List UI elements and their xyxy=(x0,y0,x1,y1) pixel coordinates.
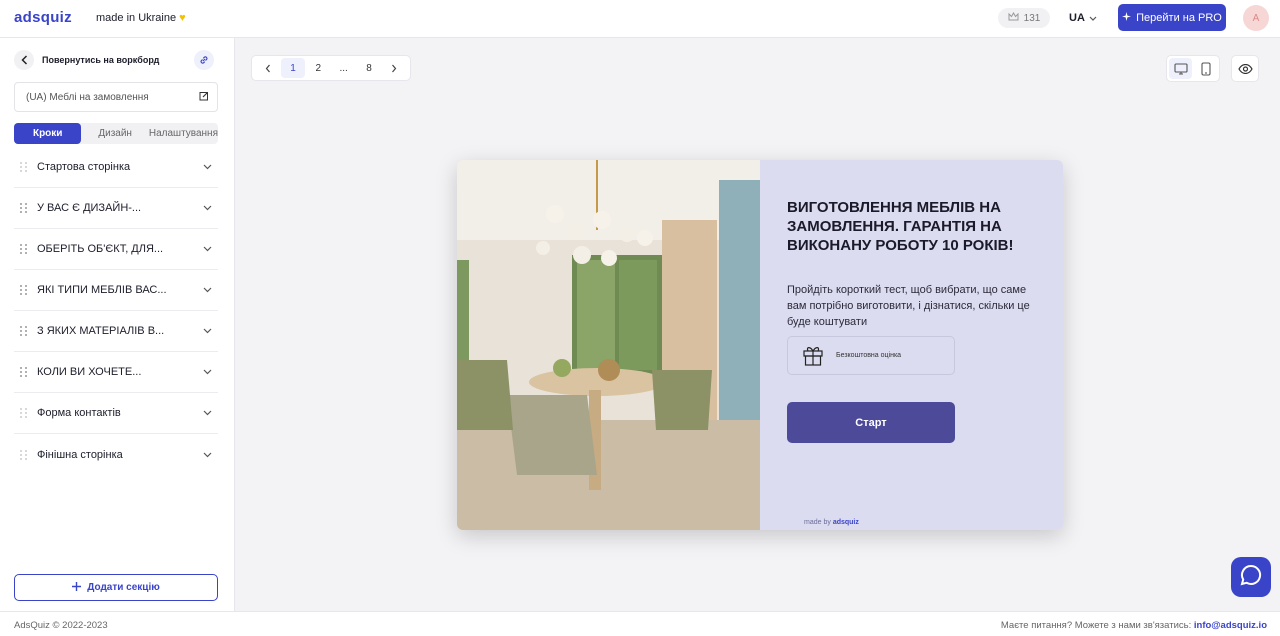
add-section-label: Додати секцію xyxy=(87,582,160,593)
chevron-down-icon[interactable] xyxy=(203,161,212,173)
page-pager: 1 2 ... 8 xyxy=(251,55,411,81)
project-name: (UA) Меблі на замовлення xyxy=(26,91,149,103)
back-to-workboard-button[interactable]: Повернутись на воркборд xyxy=(14,50,159,70)
top-bar: adsquiz made in Ukraine ♥ 131 UA Перейти… xyxy=(0,0,1280,38)
drag-handle-icon[interactable] xyxy=(20,326,28,336)
step-item[interactable]: Стартова сторінка xyxy=(14,147,218,188)
step-label: Форма контактів xyxy=(37,407,121,419)
coins-badge: 131 xyxy=(998,8,1050,28)
step-label: Фінішна сторінка xyxy=(37,448,123,461)
add-section-button[interactable]: Додати секцію xyxy=(14,574,218,601)
step-item[interactable]: Фінішна сторінка xyxy=(14,434,218,475)
step-label: У ВАС Є ДИЗАЙН-... xyxy=(37,202,142,214)
chat-button[interactable] xyxy=(1231,557,1271,597)
tab-design[interactable]: Дизайн xyxy=(81,123,148,144)
chevron-down-icon xyxy=(1089,12,1097,24)
drag-handle-icon[interactable] xyxy=(20,162,28,172)
step-label: КОЛИ ВИ ХОЧЕТЕ... xyxy=(37,366,142,378)
chat-bubble-icon xyxy=(1240,564,1262,591)
quiz-start-panel: ВИГОТОВЛЕННЯ МЕБЛІВ НА ЗАМОВЛЕННЯ. ГАРАН… xyxy=(760,160,1063,530)
step-item[interactable]: У ВАС Є ДИЗАЙН-... xyxy=(14,188,218,229)
step-item[interactable]: КОЛИ ВИ ХОЧЕТЕ... xyxy=(14,352,218,393)
chevron-down-icon[interactable] xyxy=(203,284,212,296)
prev-page-button[interactable] xyxy=(256,58,279,78)
step-item[interactable]: Форма контактів xyxy=(14,393,218,434)
preview-eye-icon[interactable] xyxy=(1231,55,1259,82)
step-label: Стартова сторінка xyxy=(37,161,131,173)
device-toggle xyxy=(1166,55,1220,82)
step-item[interactable]: ОБЕРІТЬ ОБ'ЄКТ, ДЛЯ... xyxy=(14,229,218,270)
chevron-down-icon[interactable] xyxy=(203,366,212,378)
project-name-field[interactable]: (UA) Меблі на замовлення xyxy=(14,82,218,112)
heart-icon: ♥ xyxy=(179,12,186,24)
tagline-text: made in Ukraine xyxy=(96,12,177,24)
made-by-badge[interactable]: made by adsquiz xyxy=(804,519,859,526)
chevron-down-icon[interactable] xyxy=(203,325,212,337)
coins-count: 131 xyxy=(1023,12,1041,24)
perk-badge: Безкоштовна оцінка xyxy=(787,336,955,375)
drag-handle-icon[interactable] xyxy=(20,449,28,460)
tab-settings[interactable]: Налаштування xyxy=(149,123,218,144)
interior-photo xyxy=(457,160,760,530)
made-by-brand: adsquiz xyxy=(832,519,859,526)
step-label: З ЯКИХ МАТЕРІАЛІВ В... xyxy=(37,325,165,337)
gift-icon xyxy=(802,344,824,368)
chevron-down-icon[interactable] xyxy=(203,407,212,419)
start-button[interactable]: Старт xyxy=(787,402,955,443)
drag-handle-icon[interactable] xyxy=(20,203,28,213)
arrow-left-icon xyxy=(14,50,34,70)
steps-list: Стартова сторінка У ВАС Є ДИЗАЙН-... ОБЕ… xyxy=(14,147,218,475)
plus-icon xyxy=(72,581,82,594)
next-page-button[interactable] xyxy=(383,58,406,78)
tagline: made in Ukraine ♥ xyxy=(96,12,186,24)
made-by-prefix: made by xyxy=(804,519,831,526)
language-value: UA xyxy=(1069,12,1085,24)
drag-handle-icon[interactable] xyxy=(20,285,28,295)
go-pro-label: Перейти на PRO xyxy=(1136,11,1222,24)
chevron-down-icon[interactable] xyxy=(203,202,212,214)
drag-handle-icon[interactable] xyxy=(20,244,28,254)
chevron-down-icon[interactable] xyxy=(203,243,212,255)
back-label: Повернутись на воркборд xyxy=(42,55,160,65)
chevron-down-icon[interactable] xyxy=(203,449,212,461)
tab-steps[interactable]: Кроки xyxy=(14,123,82,144)
step-item[interactable]: ЯКІ ТИПИ МЕБЛІВ ВАС... xyxy=(14,270,218,311)
quiz-subtitle: Пройдіть короткий тест, щоб вибрати, що … xyxy=(787,284,1030,328)
page-button[interactable]: 2 xyxy=(307,58,330,78)
contact-info: Маєте питання? Можете з нами зв'язатись:… xyxy=(1001,620,1267,631)
step-item[interactable]: З ЯКИХ МАТЕРІАЛІВ В... xyxy=(14,311,218,352)
quiz-title: ВИГОТОВЛЕННЯ МЕБЛІВ НА ЗАМОВЛЕННЯ. ГАРАН… xyxy=(787,199,1014,254)
crown-icon xyxy=(1008,11,1019,24)
desktop-icon[interactable] xyxy=(1169,58,1192,79)
page-ellipsis: ... xyxy=(339,62,348,74)
language-select[interactable]: UA xyxy=(1063,8,1103,28)
sidebar-tabs: Кроки Дизайн Налаштування xyxy=(14,123,218,144)
contact-email-link[interactable]: info@adsquiz.io xyxy=(1194,620,1267,631)
step-label: ЯКІ ТИПИ МЕБЛІВ ВАС... xyxy=(37,284,167,296)
step-label: ОБЕРІТЬ ОБ'ЄКТ, ДЛЯ... xyxy=(37,243,164,255)
edit-icon[interactable] xyxy=(199,91,209,104)
mobile-icon[interactable] xyxy=(1194,58,1217,79)
go-pro-button[interactable]: Перейти на PRO xyxy=(1118,4,1226,31)
sidebar: Повернутись на воркборд (UA) Меблі на за… xyxy=(0,38,235,611)
logo[interactable]: adsquiz xyxy=(14,9,72,26)
page-button[interactable]: 8 xyxy=(357,58,380,78)
footer: AdsQuiz © 2022-2023 Маєте питання? Может… xyxy=(0,611,1280,636)
drag-handle-icon[interactable] xyxy=(20,367,28,377)
perk-label: Безкоштовна оцінка xyxy=(836,352,902,359)
contact-text: Маєте питання? Можете з нами зв'язатись: xyxy=(1000,620,1192,631)
drag-handle-icon[interactable] xyxy=(20,408,28,418)
page-button[interactable]: 1 xyxy=(281,58,305,78)
quiz-preview-card: ВИГОТОВЛЕННЯ МЕБЛІВ НА ЗАМОВЛЕННЯ. ГАРАН… xyxy=(457,160,1063,530)
copyright: AdsQuiz © 2022-2023 xyxy=(14,620,108,631)
link-icon[interactable] xyxy=(194,50,214,70)
sparkle-icon xyxy=(1122,11,1132,24)
avatar[interactable]: A xyxy=(1243,5,1269,31)
